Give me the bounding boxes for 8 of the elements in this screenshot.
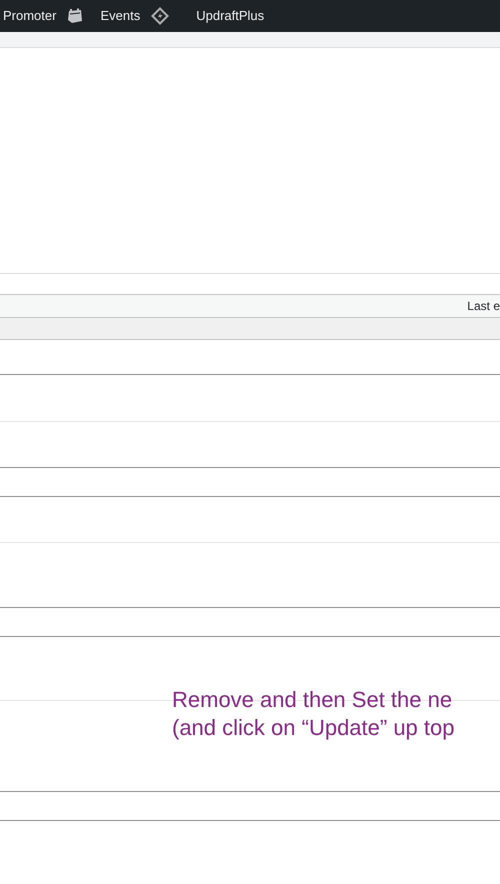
diamond-icon xyxy=(150,6,170,26)
annotation-text: Remove and then Set the ne xyxy=(172,686,454,714)
menu-link[interactable]: Promoter xyxy=(3,6,56,26)
calendar-icon xyxy=(66,7,84,25)
annotation-text: (and click on “Update” up top xyxy=(172,714,454,742)
menu-link[interactable]: UpdraftPlus xyxy=(196,6,264,26)
menu-link[interactable]: Events xyxy=(100,6,140,26)
column-header: Last e xyxy=(467,298,500,315)
